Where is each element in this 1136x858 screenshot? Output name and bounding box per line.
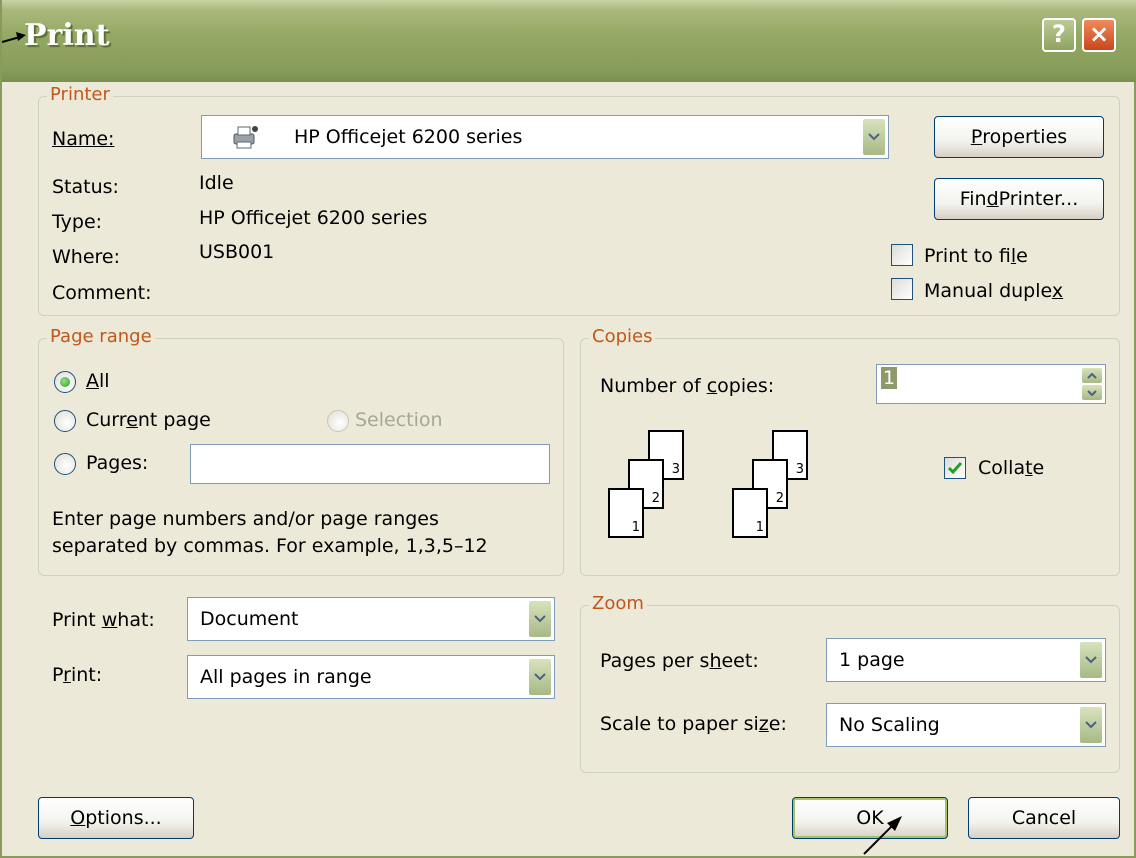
manual-duplex-label[interactable]: Manual duplex	[924, 280, 1063, 302]
chevron-down-icon[interactable]	[1079, 706, 1103, 744]
page-range-help-line2: separated by commas. For example, 1,3,5–…	[52, 535, 488, 557]
options-button[interactable]: Options...	[38, 797, 194, 839]
name-label: Name:	[52, 128, 115, 150]
printer-name-value: HP Officejet 6200 series	[294, 126, 523, 148]
print-what-label: Print what:	[52, 609, 155, 631]
status-label: Status:	[52, 176, 119, 198]
pages-radio[interactable]	[54, 453, 76, 475]
all-radio[interactable]	[54, 371, 76, 393]
spin-up-icon[interactable]	[1081, 367, 1103, 384]
chevron-down-icon[interactable]	[528, 658, 552, 696]
pages-per-sheet-select[interactable]: 1 page	[826, 638, 1106, 682]
pages-per-sheet-label: Pages per sheet:	[600, 650, 759, 672]
current-page-label[interactable]: Current page	[86, 409, 211, 431]
collate-checkbox[interactable]	[944, 457, 966, 479]
pages-per-sheet-value: 1 page	[839, 649, 905, 671]
copies-legend: Copies	[589, 326, 656, 347]
spin-down-icon[interactable]	[1081, 384, 1103, 401]
print-dialog: Print ? × Printer Name: HP Officejet 620…	[0, 0, 1136, 858]
selection-label[interactable]: Selection	[355, 409, 443, 431]
status-value: Idle	[199, 172, 234, 194]
type-value: HP Officejet 6200 series	[199, 207, 428, 229]
print-select[interactable]: All pages in range	[187, 655, 555, 699]
dialog-title: Print	[24, 18, 110, 53]
type-label: Type:	[52, 211, 103, 233]
page-range-legend: Page range	[47, 326, 155, 347]
collate-label[interactable]: Collate	[978, 457, 1044, 479]
copies-spinner[interactable]: 1	[876, 364, 1106, 404]
zoom-legend: Zoom	[589, 593, 647, 614]
manual-duplex-checkbox[interactable]	[891, 278, 913, 300]
scale-to-paper-size-select[interactable]: No Scaling	[826, 703, 1106, 747]
find-printer-button[interactable]: Fin d Printer...	[934, 178, 1104, 220]
where-value: USB001	[199, 241, 275, 263]
scale-to-paper-size-value: No Scaling	[839, 714, 940, 736]
printer-name-select[interactable]: HP Officejet 6200 series	[201, 115, 889, 159]
print-what-select[interactable]: Document	[187, 597, 555, 641]
chevron-down-icon[interactable]	[1079, 641, 1103, 679]
current-page-radio[interactable]	[54, 410, 76, 432]
print-value: All pages in range	[200, 666, 372, 688]
page-range-help-line1: Enter page numbers and/or page ranges	[52, 508, 439, 530]
pages-input[interactable]	[190, 444, 550, 484]
all-label[interactable]: All	[86, 370, 110, 392]
print-what-value: Document	[200, 608, 299, 630]
print-to-file-checkbox[interactable]	[891, 244, 913, 266]
where-label: Where:	[52, 246, 121, 268]
annotation-arrow-icon	[863, 816, 902, 855]
chevron-down-icon[interactable]	[862, 118, 886, 156]
annotation-arrow-icon	[2, 32, 26, 43]
printer-icon	[233, 126, 258, 149]
zoom-group: Zoom	[580, 593, 1120, 773]
properties-button[interactable]: Properties	[934, 116, 1104, 158]
cancel-button[interactable]: Cancel	[968, 797, 1120, 839]
print-to-file-label[interactable]: Print to file	[924, 245, 1028, 267]
title-bar[interactable]: Print ? ×	[2, 0, 1136, 82]
chevron-down-icon[interactable]	[528, 600, 552, 638]
number-of-copies-label: Number of copies:	[600, 375, 775, 397]
printer-legend: Printer	[47, 84, 113, 105]
selection-radio[interactable]	[327, 410, 349, 432]
help-button[interactable]: ?	[1042, 18, 1076, 52]
comment-label: Comment:	[52, 282, 152, 304]
copies-value: 1	[881, 367, 898, 389]
print-label: Print:	[52, 664, 103, 686]
scale-to-paper-size-label: Scale to paper size:	[600, 713, 787, 735]
pages-label[interactable]: Pages:	[86, 452, 148, 474]
close-button[interactable]: ×	[1082, 18, 1116, 52]
